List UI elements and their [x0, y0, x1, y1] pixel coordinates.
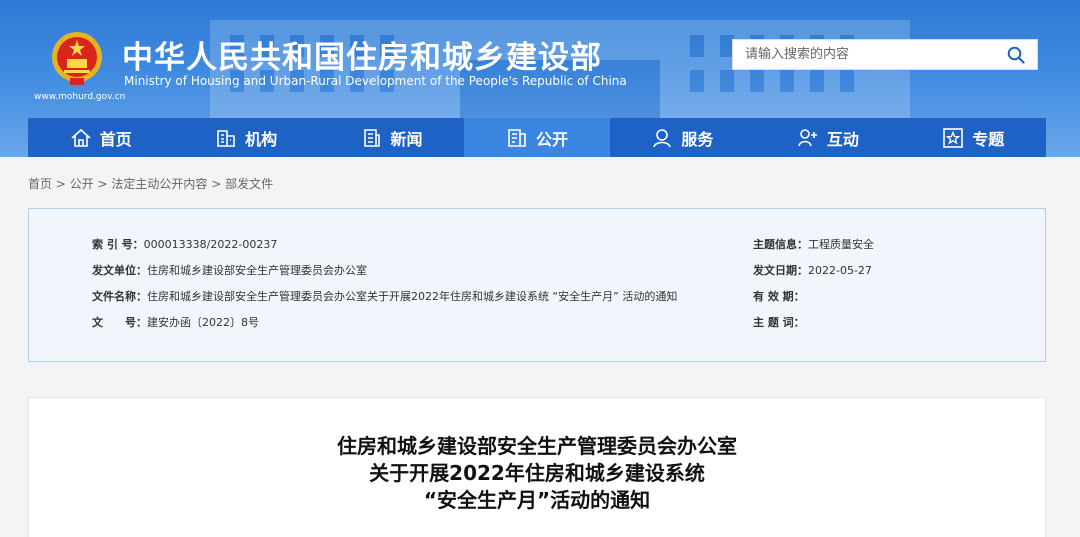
search-input[interactable]	[733, 40, 1003, 69]
nav-item-label: 互动	[826, 129, 859, 149]
meta-issuer-label: 发文单位：	[92, 264, 147, 277]
interaction-icon	[798, 128, 817, 146]
meta-index: 索 引 号：000013338/2022-00237	[92, 236, 277, 252]
breadcrumb-home[interactable]: 首页	[28, 177, 52, 191]
nav-item-label: 专题	[972, 129, 1005, 149]
meta-issuer: 发文单位：住房和城乡建设部安全生产管理委员会办公室	[92, 262, 367, 278]
nav-item-special[interactable]: 专题	[901, 118, 1046, 157]
breadcrumb-legal-content[interactable]: 法定主动公开内容	[111, 177, 207, 191]
meta-date-label: 发文日期：	[753, 264, 808, 277]
breadcrumb: 首页 > 公开 > 法定主动公开内容 > 部发文件	[28, 177, 274, 191]
meta-docname-label: 文件名称：	[92, 290, 147, 303]
breadcrumb-ministry-documents[interactable]: 部发文件	[225, 177, 273, 191]
article-content: 住房和城乡建设部安全生产管理委员会办公室 关于开展2022年住房和城乡建设系统 …	[28, 397, 1046, 537]
meta-docno: 文 号：建安办函〔2022〕8号	[92, 314, 259, 330]
meta-keywords-label: 主 题 词：	[753, 316, 805, 329]
nav-item-label: 公开	[535, 129, 568, 149]
news-icon	[363, 128, 380, 147]
meta-docname-value: 住房和城乡建设部安全生产管理委员会办公室关于开展2022年住房和城乡建设系统 “…	[147, 290, 678, 303]
nav-item-open[interactable]: 公开	[464, 118, 610, 157]
article-title-line-2: 关于开展2022年住房和城乡建设系统	[369, 461, 705, 485]
nav-item-organization[interactable]: 机构	[173, 118, 318, 157]
meta-validity: 有 效 期：	[753, 288, 805, 304]
meta-validity-label: 有 效 期：	[753, 290, 805, 303]
meta-docno-label: 文 号：	[92, 316, 147, 329]
document-metadata-panel: 索 引 号：000013338/2022-00237 发文单位：住房和城乡建设部…	[28, 208, 1046, 362]
article-title-line-1: 住房和城乡建设部安全生产管理委员会办公室	[337, 434, 737, 458]
service-icon	[653, 128, 672, 147]
meta-topic: 主题信息：工程质量安全	[753, 236, 874, 252]
meta-index-value: 000013338/2022-00237	[143, 238, 278, 251]
nav-item-service[interactable]: 服务	[610, 118, 755, 157]
national-emblem-icon	[52, 32, 102, 85]
meta-topic-value: 工程质量安全	[808, 238, 874, 251]
nav-item-label: 首页	[99, 129, 132, 149]
breadcrumb-open[interactable]: 公开	[70, 177, 94, 191]
site-url: www.mohurd.gov.cn	[34, 92, 126, 102]
nav-item-interaction[interactable]: 互动	[755, 118, 900, 157]
search-box	[732, 39, 1038, 70]
meta-issuer-value: 住房和城乡建设部安全生产管理委员会办公室	[147, 264, 367, 277]
search-icon[interactable]	[1007, 46, 1025, 64]
meta-docname: 文件名称：住房和城乡建设部安全生产管理委员会办公室关于开展2022年住房和城乡建…	[92, 288, 677, 304]
nav-item-label: 新闻	[390, 129, 423, 149]
nav-item-home[interactable]: 首页	[28, 118, 173, 157]
star-icon	[943, 127, 964, 148]
nav-item-label: 服务	[681, 129, 714, 149]
nav-item-label: 机构	[245, 129, 278, 149]
site-title: 中华人民共和国住房和城乡建设部	[122, 40, 602, 76]
article-title-line-3: “安全生产月”活动的通知	[423, 488, 651, 512]
article-title: 住房和城乡建设部安全生产管理委员会办公室 关于开展2022年住房和城乡建设系统 …	[29, 433, 1045, 514]
meta-date: 发文日期：2022-05-27	[753, 262, 872, 278]
meta-keywords: 主 题 词：	[753, 314, 805, 330]
meta-date-value: 2022-05-27	[808, 264, 872, 277]
meta-topic-label: 主题信息：	[753, 238, 808, 251]
site-subtitle: Ministry of Housing and Urban-Rural Deve…	[124, 74, 627, 88]
main-nav: 首页 机构 新闻 公开 服务 互动 专题	[28, 118, 1046, 157]
home-icon	[71, 128, 91, 147]
document-icon	[508, 128, 526, 147]
nav-item-news[interactable]: 新闻	[319, 118, 464, 157]
building-icon	[217, 129, 236, 147]
meta-index-label: 索 引 号：	[92, 238, 144, 251]
meta-docno-value: 建安办函〔2022〕8号	[147, 316, 259, 329]
